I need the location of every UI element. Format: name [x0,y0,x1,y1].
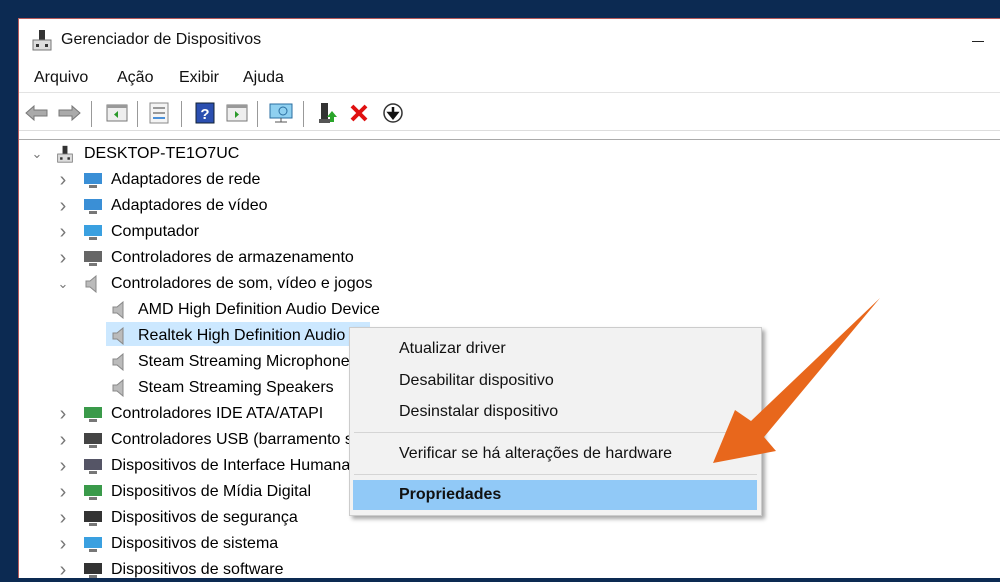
tree-item-label: Dispositivos de software [111,561,284,578]
computer-root-icon [57,145,73,163]
menu-ajuda[interactable]: Ajuda [243,69,284,87]
network-adapter-icon [84,173,102,188]
uninstall-x-icon[interactable] [347,101,371,125]
chevron-right-icon[interactable]: › [57,402,69,426]
menu-item-atualizar-driver[interactable]: Atualizar driver [353,334,757,364]
tree-item-label: Controladores IDE ATA/ATAPI [111,405,324,422]
context-menu: Atualizar driver Desabilitar dispositivo… [349,327,762,516]
chevron-right-icon[interactable]: › [57,558,69,582]
chevron-right-icon[interactable]: › [57,480,69,504]
toolbar-separator [91,101,92,127]
speaker-icon [112,301,124,319]
hid-icon [84,459,102,474]
tree-item-label: Computador [111,223,200,240]
tree-item-label: AMD High Definition Audio Device [138,301,380,318]
tree-item-label: Controladores de som, vídeo e jogos [111,275,373,292]
chevron-right-icon[interactable]: › [57,194,69,218]
chevron-down-icon[interactable]: ⌄ [57,272,69,296]
tree-item-label: Dispositivos de sistema [111,535,279,552]
category-item[interactable]: › Dispositivos de sistema [19,532,819,556]
device-item[interactable]: AMD High Definition Audio Device [19,298,819,322]
window-title: Gerenciador de Dispositivos [61,31,262,48]
tree-item-label: Controladores de armazenamento [111,249,354,266]
tree-item-label: Adaptadores de rede [111,171,261,188]
action-pane-icon[interactable] [225,101,249,125]
chevron-right-icon[interactable]: › [57,220,69,244]
show-hide-console-tree-icon[interactable] [105,101,129,125]
tree-item-label: Steam Streaming Speakers [138,379,334,396]
menu-separator [354,474,757,475]
minimize-button[interactable] [964,27,994,55]
back-icon[interactable] [25,101,49,125]
speaker-icon [112,327,124,345]
toolbar-separator [257,101,258,127]
category-item[interactable]: › Computador [19,220,819,244]
properties-icon[interactable] [147,101,171,125]
tree-root[interactable]: ⌄ DESKTOP-TE1O7UC [19,142,419,166]
display-adapter-icon [84,199,102,214]
menu-exibir[interactable]: Exibir [179,69,219,87]
disable-device-icon[interactable] [381,101,405,125]
security-device-icon [84,511,102,526]
chevron-right-icon[interactable]: › [57,168,69,192]
category-item[interactable]: ⌄ Controladores de som, vídeo e jogos [19,272,819,296]
tree-item-label: Adaptadores de vídeo [111,197,268,214]
software-device-icon [84,563,102,578]
category-item[interactable]: › Controladores de armazenamento [19,246,819,270]
tree-root-label: DESKTOP-TE1O7UC [84,145,240,162]
speaker-icon [85,275,97,293]
storage-controller-icon [84,251,102,266]
menu-item-desabilitar-dispositivo[interactable]: Desabilitar dispositivo [353,366,757,396]
computer-icon [84,225,102,240]
chevron-right-icon[interactable]: › [57,428,69,452]
chevron-down-icon[interactable]: ⌄ [31,142,43,166]
system-device-icon [84,537,102,552]
digital-media-icon [84,485,102,500]
update-driver-icon[interactable] [315,101,339,125]
menu-item-propriedades[interactable]: Propriedades [353,480,757,510]
category-item[interactable]: › Adaptadores de rede [19,168,819,192]
usb-icon [84,433,102,448]
tree-item-label: Dispositivos de Mídia Digital [111,483,312,500]
menu-item-desinstalar-dispositivo[interactable]: Desinstalar dispositivo [353,397,757,427]
speaker-icon [112,353,124,371]
menu-bar: Arquivo Ação Exibir Ajuda [19,63,1000,93]
tree-item-label: Steam Streaming Microphone [138,353,350,370]
tree-item-label: Dispositivos de segurança [111,509,298,526]
menu-arquivo[interactable]: Arquivo [34,69,88,87]
device-manager-icon [32,30,52,51]
menu-acao[interactable]: Ação [117,69,153,87]
toolbar-separator [137,101,138,127]
svg-text:?: ? [200,106,209,123]
toolbar-separator [303,101,304,127]
tree-item-label: Dispositivos de Interface Humana [111,457,351,474]
category-item[interactable]: › Adaptadores de vídeo [19,194,819,218]
forward-icon[interactable] [57,101,81,125]
help-icon[interactable]: ? [193,101,217,125]
ide-controller-icon [84,407,102,422]
category-item[interactable]: › Dispositivos de software [19,558,819,582]
title-bar: Gerenciador de Dispositivos [19,19,1000,63]
scan-hardware-icon[interactable] [269,101,293,125]
chevron-right-icon[interactable]: › [57,532,69,556]
menu-item-verificar-hardware[interactable]: Verificar se há alterações de hardware [353,439,757,469]
menu-separator [354,432,757,433]
speaker-icon [112,379,124,397]
chevron-right-icon[interactable]: › [57,246,69,270]
chevron-right-icon[interactable]: › [57,506,69,530]
tree-item-label: Realtek High Definition Audio [138,327,346,344]
toolbar: ? [19,95,1000,131]
chevron-right-icon[interactable]: › [57,454,69,478]
toolbar-separator [181,101,182,127]
